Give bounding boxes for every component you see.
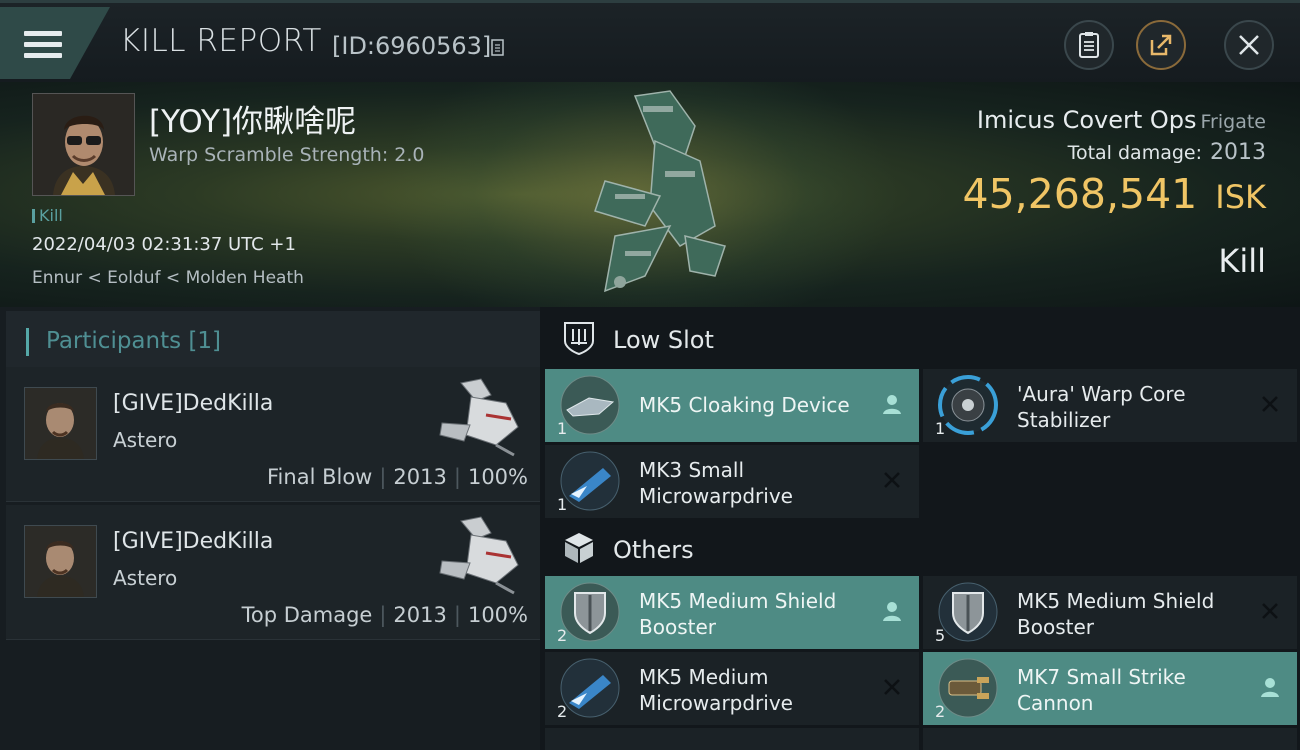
participant-ship-icon (439, 378, 519, 457)
total-damage: Total damage: 2013 (1067, 140, 1266, 165)
dropped-person-icon (883, 602, 901, 621)
module-quantity: 1 (557, 419, 568, 438)
shield-booster-icon (938, 582, 998, 642)
destroyed-x-icon (1262, 396, 1278, 412)
participant-ship: Astero (113, 566, 178, 590)
document-icon (1079, 32, 1099, 58)
module-quantity: 2 (935, 702, 946, 721)
destroyed-x-icon (1262, 603, 1278, 619)
avatar (24, 387, 97, 460)
module-name: MK5 Cloaking Device (639, 393, 850, 417)
participant-row[interactable]: [GIVE]DedKilla Astero Top Damage | 2013 | 10… (6, 505, 540, 640)
menu-button[interactable] (0, 7, 110, 79)
victim-portrait[interactable] (32, 93, 135, 196)
kill-timestamp: 2022/04/03 02:31:37 UTC +1 (32, 234, 296, 255)
page-title: KILL REPORT (120, 23, 322, 59)
participant-row[interactable]: [GIVE]DedKilla Astero Final Blow | 2013 | 10… (6, 367, 540, 502)
module-quantity: 5 (935, 626, 946, 645)
hamburger-menu-icon (24, 31, 62, 59)
module-quantity: 1 (557, 495, 568, 514)
participants-title: Participants [1] (46, 328, 221, 354)
isk-value: 45,268,541 ISK (962, 170, 1266, 218)
kill-location[interactable]: Ennur < Eolduf < Molden Heath (32, 268, 304, 288)
kill-tag: Kill (32, 206, 63, 225)
shield-booster-icon (560, 582, 620, 642)
low-slot-title: Low Slot (613, 326, 714, 354)
fitting-panel: Low Slot 1 MK5 Cloaking Device 1 'Aura' … (545, 307, 1300, 750)
others-title: Others (613, 536, 694, 564)
participant-ship-icon (439, 516, 519, 595)
victim-name[interactable]: [YOY]你瞅啥呢 (149, 96, 356, 141)
module-slot[interactable]: 1 'Aura' Warp Core Stabilizer (923, 369, 1297, 442)
module-slot-partial[interactable] (545, 728, 919, 750)
pilot-face-image (33, 94, 134, 195)
ship-class: Frigate (1200, 111, 1266, 133)
victim-ship[interactable]: Imicus Covert Ops Frigate (977, 106, 1266, 134)
microwarpdrive-icon (560, 451, 620, 511)
share-button[interactable] (1136, 20, 1186, 70)
module-slot-partial[interactable] (923, 728, 1297, 750)
module-name: MK5 Medium Shield Booster (1017, 589, 1215, 639)
total-damage-value: 2013 (1210, 140, 1266, 165)
cube-icon (565, 533, 593, 563)
outcome-label: Kill (1218, 242, 1266, 280)
details-button[interactable] (1064, 20, 1114, 70)
warp-scramble-strength: Warp Scramble Strength: 2.0 (149, 144, 425, 166)
participants-panel: Participants [1] [GIVE]DedKilla Astero F… (0, 307, 540, 750)
close-button[interactable] (1224, 20, 1274, 70)
module-name: 'Aura' Warp Core Stabilizer (1017, 382, 1186, 432)
strike-cannon-icon (938, 658, 998, 718)
share-icon (1150, 34, 1172, 56)
dropped-person-icon (883, 395, 901, 414)
copy-icon[interactable] (490, 38, 506, 58)
warp-core-stabilizer-icon (938, 375, 998, 435)
participant-name: [GIVE]DedKilla (113, 529, 274, 554)
microwarpdrive-icon (560, 658, 620, 718)
participant-stats: Final Blow | 2013 | 100% (267, 465, 528, 489)
others-header: Others (545, 517, 1300, 579)
module-slot[interactable]: 2 MK7 Small Strike Cannon (923, 652, 1297, 725)
module-slot[interactable]: 1 MK5 Cloaking Device (545, 369, 919, 442)
module-quantity: 1 (935, 419, 946, 438)
module-name: MK5 Medium Shield Booster (639, 589, 837, 639)
avatar (24, 525, 97, 598)
module-slot[interactable]: 1 MK3 Small Microwarpdrive (545, 445, 919, 518)
module-name: MK7 Small Strike Cannon (1017, 665, 1186, 715)
participant-stats: Top Damage | 2013 | 100% (241, 603, 528, 627)
low-slot-icon (564, 322, 594, 355)
module-quantity: 2 (557, 626, 568, 645)
victim-ship-image (594, 90, 726, 293)
dropped-person-icon (1261, 678, 1279, 697)
isk-unit: ISK (1215, 178, 1266, 216)
module-name: MK5 Medium Microwarpdrive (639, 665, 793, 715)
top-bar: KILL REPORT [ID:6960563] (0, 0, 1300, 82)
participant-ship: Astero (113, 428, 178, 452)
close-icon (1239, 35, 1259, 55)
destroyed-x-icon (884, 679, 900, 695)
low-slot-header: Low Slot (545, 307, 1300, 369)
module-slot[interactable]: 2 MK5 Medium Microwarpdrive (545, 652, 919, 725)
module-name: MK3 Small Microwarpdrive (639, 458, 793, 508)
participants-header: Participants [1] (6, 311, 540, 371)
participant-name: [GIVE]DedKilla (113, 391, 274, 416)
victim-summary: [YOY]你瞅啥呢 Warp Scramble Strength: 2.0 Ki… (0, 82, 1300, 307)
module-slot[interactable]: 2 MK5 Medium Shield Booster (545, 576, 919, 649)
report-id: [ID:6960563] (332, 32, 492, 60)
module-quantity: 2 (557, 702, 568, 721)
cloaking-device-icon (560, 375, 620, 435)
module-slot[interactable]: 5 MK5 Medium Shield Booster (923, 576, 1297, 649)
destroyed-x-icon (884, 472, 900, 488)
